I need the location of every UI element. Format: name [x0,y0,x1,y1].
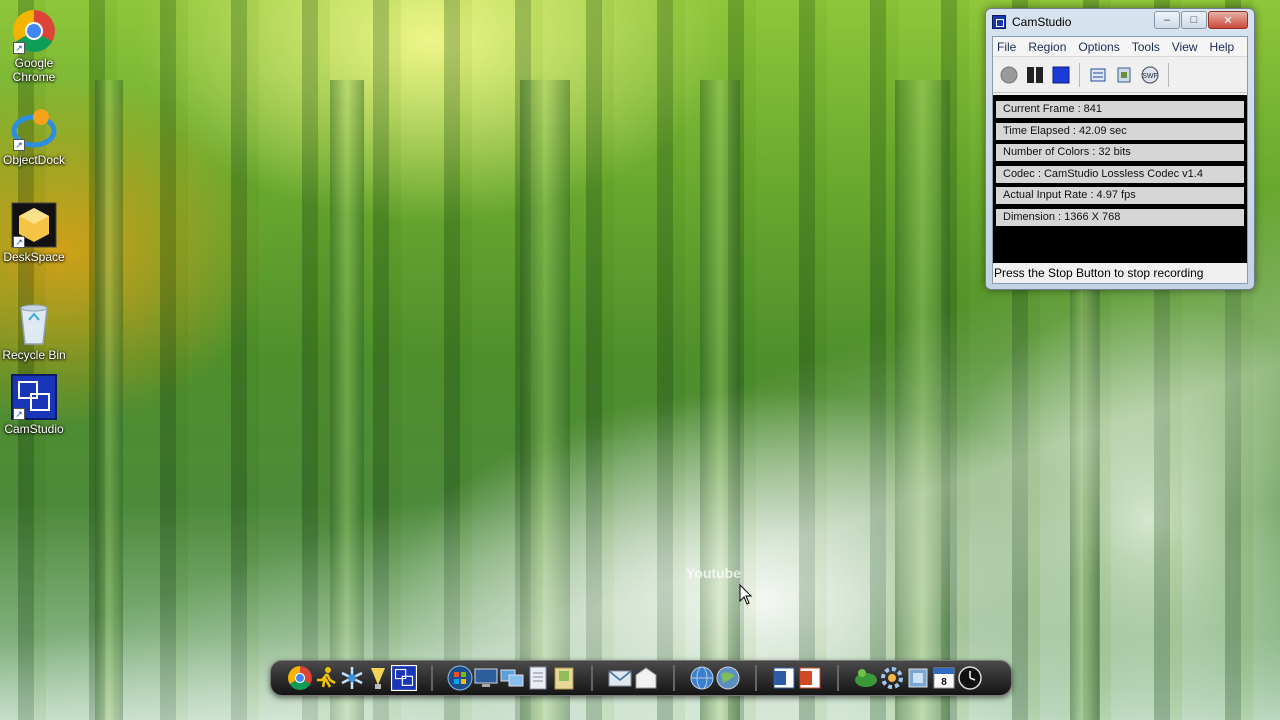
camstudio-icon: ↗ [11,374,57,420]
menu-options[interactable]: Options [1078,40,1119,54]
dock-runner-icon[interactable] [313,665,339,691]
annotation-icon [1117,67,1131,82]
menu-region[interactable]: Region [1028,40,1066,54]
menu-tools[interactable]: Tools [1132,40,1160,54]
window-client-area: File Region Options Tools View Help SWF … [992,36,1248,284]
objectdock-icon: ↗ [11,105,57,151]
swf-icon-label: SWF [1142,73,1158,80]
desktop-icon-label: Chrome [12,70,56,84]
chrome-icon: ↗ [11,8,57,54]
shortcut-arrow-icon: ↗ [13,42,25,54]
desktop-icon-label: ObjectDock [2,153,66,167]
recycle-bin-icon [11,300,57,346]
camstudio-icon [992,15,1006,29]
recording-stats-panel: Current Frame : 841 Time Elapsed : 42.09… [993,95,1247,271]
shortcut-arrow-icon: ↗ [13,408,25,420]
stop-icon [1052,66,1070,83]
pause-button[interactable] [1025,65,1045,85]
dock-separator [673,665,675,691]
dock-network-icon[interactable] [499,665,525,691]
dock-mail-icon[interactable] [607,665,633,691]
desktop-icon-label: DeskSpace [3,250,65,264]
desktop-icon-deskspace[interactable]: ↗ DeskSpace [2,202,66,264]
record-icon [1000,66,1018,83]
watermark-text: Youtube [686,565,741,581]
dock-camstudio-icon[interactable] [391,665,417,691]
dock-windows-start-icon[interactable] [447,665,473,691]
dock-computer-icon[interactable] [473,665,499,691]
menu-help[interactable]: Help [1210,40,1235,54]
calendar-day: 8 [941,677,947,688]
stat-current-frame: Current Frame : 841 [996,101,1244,118]
dock-separator [755,665,757,691]
dock-snowflake-icon[interactable] [339,665,365,691]
maximize-button[interactable]: □ [1181,11,1207,29]
dock-tools-icon[interactable] [905,665,931,691]
stat-time-elapsed: Time Elapsed : 42.09 sec [996,122,1244,140]
window-controls: – □ ✕ [1154,11,1248,29]
dock-calendar-icon[interactable]: 8 [931,665,957,691]
deskspace-icon: ↗ [11,202,57,248]
menu-view[interactable]: View [1172,40,1198,54]
autopan-button[interactable] [1088,65,1108,85]
dock-letter-icon[interactable] [633,665,659,691]
desktop-icon-label: CamStudio [4,422,64,436]
stat-codec: Codec : CamStudio Lossless Codec v1.4 [996,165,1244,183]
pause-icon [1027,66,1043,83]
mouse-cursor-icon [739,584,753,605]
camstudio-window[interactable]: CamStudio – □ ✕ File Region Options Tool… [985,8,1255,290]
menu-file[interactable]: File [997,40,1016,54]
stat-input-rate: Actual Input Rate : 4.97 fps [996,187,1244,205]
dock-game-icon[interactable] [853,665,879,691]
menu-bar: File Region Options Tools View Help [993,37,1247,57]
record-button[interactable] [999,65,1019,85]
dock-separator [431,665,433,691]
swf-icon: SWF [1141,66,1159,83]
dock-bulb-icon[interactable] [365,665,391,691]
desktop-icon-google-chrome[interactable]: ↗ Google Chrome [2,8,66,84]
toolbar-separator [1168,62,1169,87]
dock-separator [591,665,593,691]
status-bar: Press the Stop Button to stop recording [993,263,1247,283]
shortcut-arrow-icon: ↗ [13,236,25,248]
dock-powerpoint-icon[interactable] [797,665,823,691]
toolbar-separator [1079,62,1080,87]
autopan-icon [1090,68,1106,81]
window-title: CamStudio [1012,15,1072,29]
desktop-icon-recycle-bin[interactable]: Recycle Bin [2,300,66,362]
dock-settings-icon[interactable] [879,665,905,691]
shortcut-arrow-icon: ↗ [13,139,25,151]
desktop-icon-objectdock[interactable]: ↗ ObjectDock [2,105,66,167]
dock-clock-icon[interactable] [957,665,983,691]
stat-number-of-colors: Number of Colors : 32 bits [996,144,1244,162]
dock-separator [837,665,839,691]
dock-globe-icon[interactable] [689,665,715,691]
dock-word-icon[interactable] [771,665,797,691]
dock-documents-icon[interactable] [525,665,551,691]
dock-chrome-icon[interactable] [287,665,313,691]
dock-folder-icon[interactable] [551,665,577,691]
desktop-icon-label: Recycle Bin [2,348,66,362]
desktop-icon-label: Google [14,56,54,70]
close-button[interactable]: ✕ [1208,11,1248,29]
stop-button[interactable] [1051,65,1071,85]
swf-button[interactable]: SWF [1140,65,1160,85]
minimize-button[interactable]: – [1154,11,1180,29]
toolbar: SWF [993,57,1247,93]
stat-dimension: Dimension : 1366 X 768 [996,208,1244,226]
object-dock: 8 [270,660,1012,696]
dock-world-network-icon[interactable] [715,665,741,691]
annotation-button[interactable] [1114,65,1134,85]
desktop-icon-camstudio[interactable]: ↗ CamStudio [2,374,66,436]
